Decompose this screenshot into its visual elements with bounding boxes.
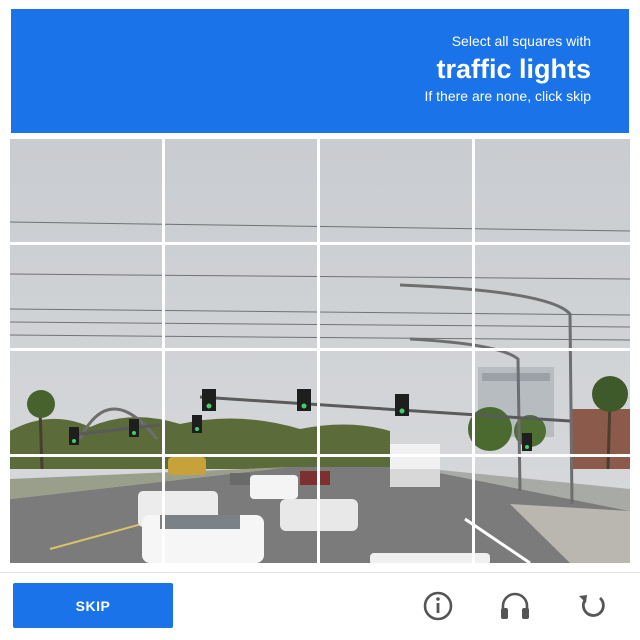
skip-hint: If there are none, click skip <box>424 88 591 104</box>
grid-tile[interactable] <box>320 351 475 457</box>
instruction-line: Select all squares with <box>451 33 591 49</box>
grid-tile[interactable] <box>475 351 630 457</box>
grid-tile[interactable] <box>165 245 320 351</box>
challenge-target: traffic lights <box>436 54 591 84</box>
grid-tile[interactable] <box>10 245 165 351</box>
challenge-header: Select all squares with traffic lights I… <box>11 9 629 133</box>
captcha-dialog: Select all squares with traffic lights I… <box>0 0 640 640</box>
reload-icon[interactable] <box>572 586 612 626</box>
grid-tile[interactable] <box>10 457 165 563</box>
grid-tile[interactable] <box>165 139 320 245</box>
grid-tile[interactable] <box>10 351 165 457</box>
skip-button[interactable]: SKIP <box>13 583 173 628</box>
headphones-icon[interactable] <box>495 586 535 626</box>
footer-divider <box>0 572 640 573</box>
grid-tile[interactable] <box>320 457 475 563</box>
grid-tile[interactable] <box>320 139 475 245</box>
image-grid <box>10 139 630 563</box>
grid-tile[interactable] <box>165 457 320 563</box>
tile-grid <box>10 139 630 563</box>
grid-tile[interactable] <box>475 245 630 351</box>
grid-tile[interactable] <box>165 351 320 457</box>
grid-tile[interactable] <box>10 139 165 245</box>
grid-tile[interactable] <box>320 245 475 351</box>
grid-tile[interactable] <box>475 457 630 563</box>
info-icon[interactable] <box>418 586 458 626</box>
grid-tile[interactable] <box>475 139 630 245</box>
